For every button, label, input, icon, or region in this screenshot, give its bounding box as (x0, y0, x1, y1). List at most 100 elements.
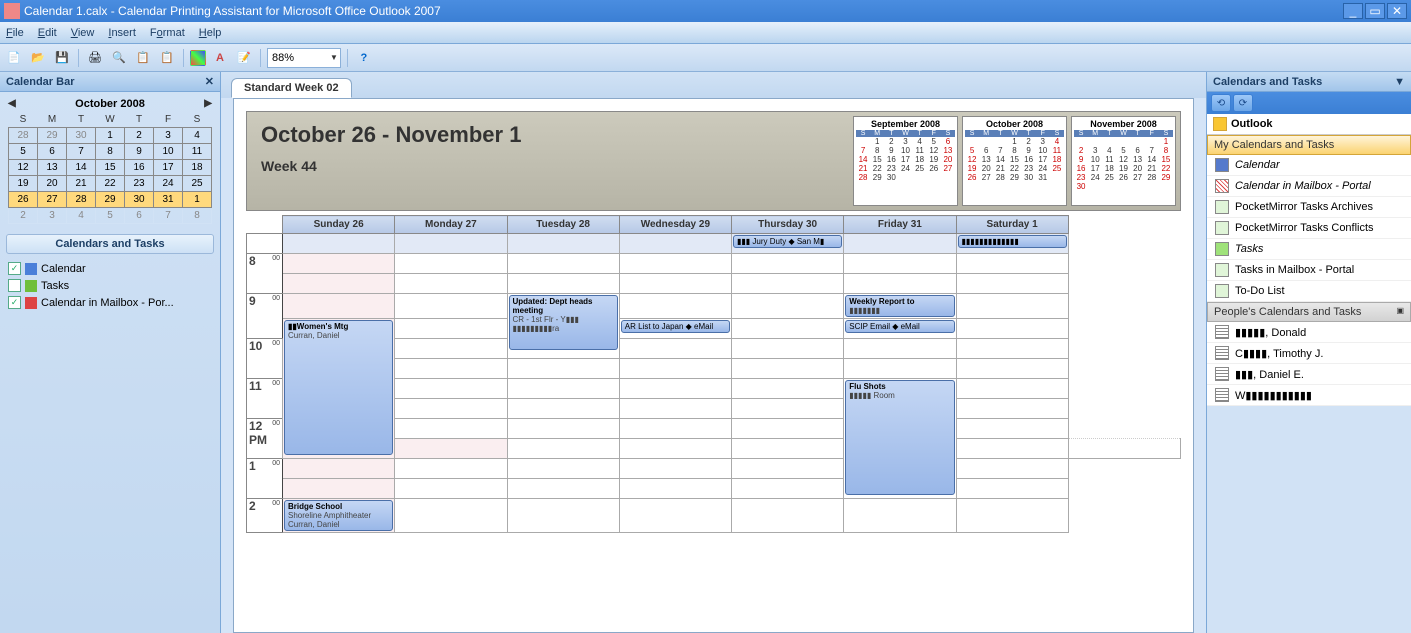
allday-event[interactable]: ▮▮▮ Jury Duty ◆ San M▮ (733, 235, 842, 248)
calendar-item[interactable]: Calendar (1207, 155, 1411, 176)
calendar-item[interactable]: Tasks (1207, 239, 1411, 260)
calendar-label: Tasks (41, 280, 69, 292)
header-minical: October 2008SMTWTFS123456789101112131415… (962, 116, 1067, 206)
tab-standard-week[interactable]: Standard Week 02 (231, 78, 352, 98)
calendars-tasks-pane-header: Calendars and Tasks ▼ (1207, 72, 1411, 92)
menubar: File Edit View Insert Format Help (0, 22, 1411, 44)
header-minical: September 2008SMTWTFS1234567891011121314… (853, 116, 958, 206)
event[interactable]: ▮▮Women's MtgCurran, Daniel (284, 320, 393, 455)
day-header: Saturday 1 (956, 216, 1068, 234)
my-calendars-header[interactable]: My Calendars and Tasks (1207, 135, 1411, 155)
calendar-color-icon (1215, 242, 1229, 256)
person-label: W▮▮▮▮▮▮▮▮▮▮▮ (1235, 389, 1312, 402)
calendar-item[interactable]: To-Do List (1207, 281, 1411, 302)
print-button[interactable]: 🖨 (85, 48, 105, 68)
prev-month-button[interactable]: ◀ (8, 98, 16, 109)
person-label: ▮▮▮, Daniel E. (1235, 368, 1304, 381)
calendar-label: PocketMirror Tasks Conflicts (1235, 222, 1374, 234)
save-button[interactable]: 💾 (52, 48, 72, 68)
day-header: Wednesday 29 (619, 216, 731, 234)
calendar-label: Tasks in Mailbox - Portal (1235, 264, 1354, 276)
calendar-bar-header: Calendar Bar ✕ (0, 72, 220, 92)
calendar-label: PocketMirror Tasks Archives (1235, 201, 1373, 213)
expand-icon[interactable]: ▣ (1396, 306, 1404, 318)
copy-button[interactable]: 📋 (133, 48, 153, 68)
grid-button[interactable] (190, 50, 206, 66)
nav-band: ⟲ ⟳ (1207, 92, 1411, 114)
menu-format[interactable]: Format (150, 27, 185, 39)
calendar-item[interactable]: PocketMirror Tasks Conflicts (1207, 218, 1411, 239)
calendar-list-item[interactable]: ✓ Tasks (8, 277, 212, 294)
font-button[interactable]: A (210, 48, 230, 68)
calendar-list: ✓ Calendar ✓ Tasks ✓Calendar in Mailbox - Po… (0, 260, 220, 311)
calendar-item[interactable]: Tasks in Mailbox - Portal (1207, 260, 1411, 281)
person-calendar-item[interactable]: ▮▮▮, Daniel E. (1207, 364, 1411, 385)
paste-button[interactable]: 📋 (157, 48, 177, 68)
menu-help[interactable]: Help (199, 27, 222, 39)
day-header: Thursday 30 (732, 216, 844, 234)
calendar-item[interactable]: PocketMirror Tasks Archives (1207, 197, 1411, 218)
week-number: Week 44 (261, 158, 835, 174)
window-title: Calendar 1.calx - Calendar Printing Assi… (24, 4, 441, 18)
day-header: Monday 27 (395, 216, 507, 234)
menu-insert[interactable]: Insert (108, 27, 136, 39)
day-header: Friday 31 (844, 216, 956, 234)
header-minical: November 2008SMTWTFS12345678910111213141… (1071, 116, 1176, 206)
menu-view[interactable]: View (71, 27, 95, 39)
help-button[interactable]: ? (354, 48, 374, 68)
calendar-label: Calendar (41, 263, 86, 275)
calendar-item[interactable]: Calendar in Mailbox - Portal (1207, 176, 1411, 197)
calendar-color-icon (1215, 388, 1229, 402)
minical-table[interactable]: SMTWTFS282930123456789101112131415161718… (8, 112, 212, 224)
people-calendars-list: ▮▮▮▮▮, DonaldC▮▮▮▮, Timothy J. ▮▮▮, Danie… (1207, 322, 1411, 406)
toolbar: 📄 📂 💾 🖨 🔍 📋 📋 A 📝 ▼ ? (0, 44, 1411, 72)
calendar-color-icon (1215, 284, 1229, 298)
person-calendar-item[interactable]: W▮▮▮▮▮▮▮▮▮▮▮ (1207, 385, 1411, 406)
close-button[interactable]: ✕ (1387, 3, 1407, 19)
event[interactable]: Weekly Report to▮▮▮▮▮▮▮ (845, 295, 954, 317)
menu-edit[interactable]: Edit (38, 27, 57, 39)
calendar-color-icon (1215, 346, 1229, 360)
event[interactable]: AR List to Japan ◆ eMail (621, 320, 730, 333)
next-month-button[interactable]: ▶ (204, 98, 212, 109)
center-pane: Standard Week 02 October 26 - November 1… (221, 72, 1206, 633)
back-button[interactable]: ⟲ (1211, 94, 1231, 112)
new-button[interactable]: 📄 (4, 48, 24, 68)
preview-button[interactable]: 🔍 (109, 48, 129, 68)
open-button[interactable]: 📂 (28, 48, 48, 68)
calendar-color-icon (25, 263, 37, 275)
right-pane-title: Calendars and Tasks (1213, 76, 1322, 88)
allday-event[interactable]: ▮▮▮▮▮▮▮▮▮▮▮▮▮ (958, 235, 1067, 248)
calendar-color-icon (1215, 367, 1229, 381)
chevron-down-icon[interactable]: ▼ (330, 53, 338, 62)
checkbox-icon[interactable]: ✓ (8, 279, 21, 292)
zoom-input[interactable] (270, 52, 330, 64)
event[interactable]: Flu Shots▮▮▮▮▮ Room (845, 380, 954, 495)
minimize-button[interactable]: _ (1343, 3, 1363, 19)
chevron-down-icon[interactable]: ▼ (1394, 76, 1405, 88)
left-pane: Calendar Bar ✕ ◀ October 2008 ▶ SMTWTFS2… (0, 72, 221, 633)
people-calendars-header[interactable]: People's Calendars and Tasks ▣ (1207, 302, 1411, 322)
forward-button[interactable]: ⟳ (1233, 94, 1253, 112)
event[interactable]: Updated: Dept heads meetingCR - 1st Flr … (509, 295, 618, 350)
close-icon[interactable]: ✕ (205, 75, 214, 88)
calendar-color-icon (1215, 221, 1229, 235)
outlook-header[interactable]: Outlook (1207, 114, 1411, 135)
checkbox-icon[interactable]: ✓ (8, 296, 21, 309)
event[interactable]: Bridge SchoolShoreline AmphitheaterCurra… (284, 500, 393, 531)
my-calendars-list: CalendarCalendar in Mailbox - Portal Pock… (1207, 155, 1411, 302)
event[interactable]: SCIP Email ◆ eMail (845, 320, 954, 333)
zoom-combo[interactable]: ▼ (267, 48, 341, 68)
menu-file[interactable]: File (6, 27, 24, 39)
outlook-icon (1213, 117, 1227, 131)
format-button[interactable]: 📝 (234, 48, 254, 68)
maximize-button[interactable]: ▭ (1365, 3, 1385, 19)
calendar-list-item[interactable]: ✓Calendar in Mailbox - Por... (8, 294, 212, 311)
person-calendar-item[interactable]: C▮▮▮▮, Timothy J. (1207, 343, 1411, 364)
right-pane: Calendars and Tasks ▼ ⟲ ⟳ Outlook My Cal… (1206, 72, 1411, 633)
people-calendars-label: People's Calendars and Tasks (1214, 306, 1361, 318)
calendar-list-item[interactable]: ✓ Calendar (8, 260, 212, 277)
person-calendar-item[interactable]: ▮▮▮▮▮, Donald (1207, 322, 1411, 343)
app-icon (4, 3, 20, 19)
checkbox-icon[interactable]: ✓ (8, 262, 21, 275)
